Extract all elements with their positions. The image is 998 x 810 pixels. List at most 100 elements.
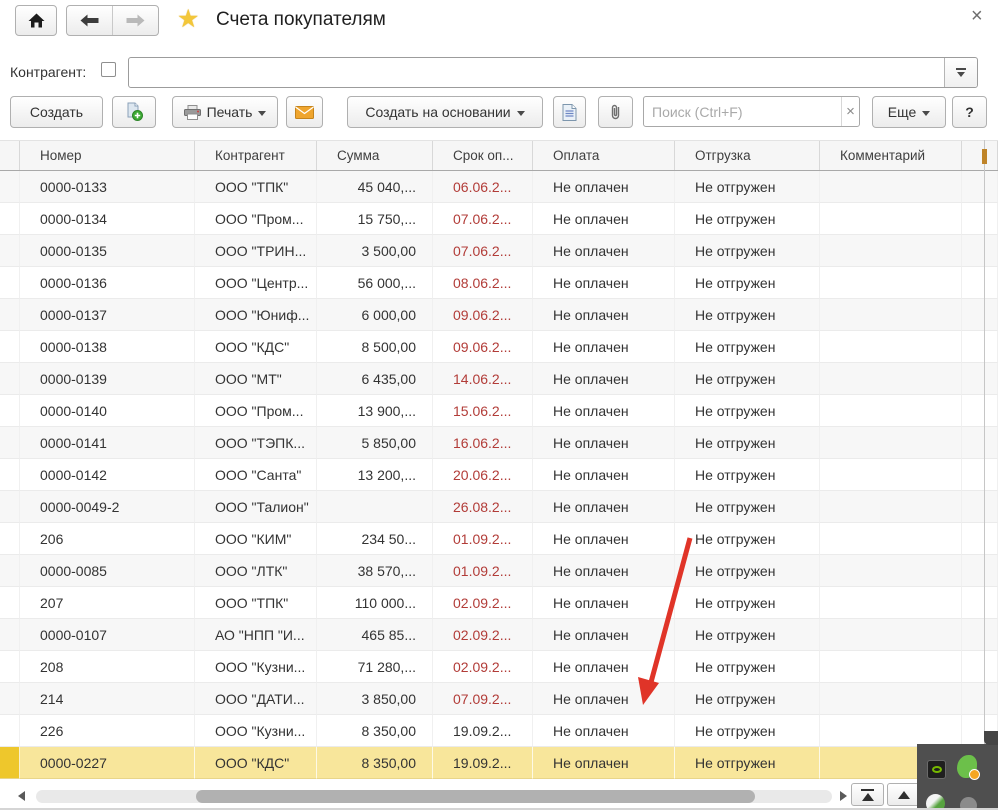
table-row[interactable]: 0000-0136 ООО "Центр... 56 000,... 08.06.2.… (0, 267, 998, 299)
cell-number[interactable]: 206 (20, 523, 195, 555)
cell-counterparty[interactable]: ООО "Юниф... (195, 299, 317, 331)
back-button[interactable] (67, 6, 112, 35)
home-button[interactable] (15, 5, 57, 36)
row-marker-cell[interactable] (0, 715, 20, 747)
row-marker-cell[interactable] (0, 363, 20, 395)
table-row[interactable]: 208 ООО "Кузни... 71 280,... 02.09.2... Не о… (0, 651, 998, 683)
cell-payment[interactable]: Не оплачен (533, 491, 675, 523)
print-button[interactable]: Печать (172, 96, 278, 128)
more-button[interactable]: Еще (872, 96, 946, 128)
hscroll-thumb[interactable] (196, 790, 755, 803)
cell-comment[interactable] (820, 171, 962, 203)
cell-counterparty[interactable]: ООО "Талион" (195, 491, 317, 523)
cell-number[interactable]: 208 (20, 651, 195, 683)
cell-due[interactable]: 08.06.2... (433, 267, 533, 299)
attachments-button[interactable] (598, 96, 633, 128)
row-marker-cell[interactable] (0, 171, 20, 203)
row-marker-cell[interactable] (0, 651, 20, 683)
cell-shipment[interactable]: Не отгружен (675, 331, 820, 363)
row-marker-cell[interactable] (0, 747, 20, 779)
cell-number[interactable]: 226 (20, 715, 195, 747)
cell-amount[interactable]: 465 85... (317, 619, 433, 651)
cell-shipment[interactable]: Не отгружен (675, 523, 820, 555)
cell-due[interactable]: 20.06.2... (433, 459, 533, 491)
cell-counterparty[interactable]: ООО "Пром... (195, 203, 317, 235)
scroll-to-top-button[interactable] (851, 783, 884, 806)
cell-shipment[interactable]: Не отгружен (675, 715, 820, 747)
cell-counterparty[interactable]: ООО "КИМ" (195, 523, 317, 555)
cell-shipment[interactable]: Не отгружен (675, 299, 820, 331)
cell-payment[interactable]: Не оплачен (533, 203, 675, 235)
cell-payment[interactable]: Не оплачен (533, 523, 675, 555)
cell-due[interactable]: 02.09.2... (433, 651, 533, 683)
row-marker-cell[interactable] (0, 523, 20, 555)
cell-counterparty[interactable]: ООО "Санта" (195, 459, 317, 491)
cell-payment[interactable]: Не оплачен (533, 267, 675, 299)
cell-due[interactable]: 09.06.2... (433, 331, 533, 363)
cell-shipment[interactable]: Не отгружен (675, 171, 820, 203)
cell-number[interactable]: 207 (20, 587, 195, 619)
cell-due[interactable]: 19.09.2... (433, 747, 533, 779)
cell-payment[interactable]: Не оплачен (533, 235, 675, 267)
cell-amount[interactable]: 110 000... (317, 587, 433, 619)
column-header-counterparty[interactable]: Контрагент (195, 141, 317, 170)
row-marker-cell[interactable] (0, 235, 20, 267)
cell-due[interactable]: 02.09.2... (433, 619, 533, 651)
search-input[interactable] (644, 103, 841, 120)
cell-counterparty[interactable]: ООО "Кузни... (195, 651, 317, 683)
cell-shipment[interactable]: Не отгружен (675, 651, 820, 683)
cell-amount[interactable]: 6 435,00 (317, 363, 433, 395)
cell-comment[interactable] (820, 651, 962, 683)
cell-payment[interactable]: Не оплачен (533, 363, 675, 395)
cell-counterparty[interactable]: ООО "ТПК" (195, 171, 317, 203)
forward-button[interactable] (112, 6, 158, 35)
cell-number[interactable]: 0000-0139 (20, 363, 195, 395)
row-marker-cell[interactable] (0, 459, 20, 491)
table-row[interactable]: 0000-0137 ООО "Юниф... 6 000,00 09.06.2... Н… (0, 299, 998, 331)
cell-due[interactable]: 07.06.2... (433, 203, 533, 235)
cell-shipment[interactable]: Не отгружен (675, 203, 820, 235)
tray-icon-partial-1[interactable] (926, 794, 945, 808)
cell-shipment[interactable]: Не отгружен (675, 459, 820, 491)
row-marker-cell[interactable] (0, 395, 20, 427)
cell-payment[interactable]: Не оплачен (533, 587, 675, 619)
column-header-payment[interactable]: Оплата (533, 141, 675, 170)
row-marker-cell[interactable] (0, 491, 20, 523)
cell-amount[interactable]: 13 200,... (317, 459, 433, 491)
cell-amount[interactable]: 3 500,00 (317, 235, 433, 267)
counterparty-checkbox[interactable] (101, 62, 116, 77)
counterparty-input[interactable] (129, 58, 944, 87)
cell-payment[interactable]: Не оплачен (533, 171, 675, 203)
row-marker-cell[interactable] (0, 267, 20, 299)
cell-comment[interactable] (820, 555, 962, 587)
table-row[interactable]: 0000-0141 ООО "ТЭПК... 5 850,00 16.06.2... Н… (0, 427, 998, 459)
cell-number[interactable]: 0000-0136 (20, 267, 195, 299)
cell-due[interactable]: 09.06.2... (433, 299, 533, 331)
cell-counterparty[interactable]: ООО "Кузни... (195, 715, 317, 747)
cell-payment[interactable]: Не оплачен (533, 395, 675, 427)
cell-number[interactable]: 0000-0085 (20, 555, 195, 587)
row-marker-cell[interactable] (0, 299, 20, 331)
cell-payment[interactable]: Не оплачен (533, 747, 675, 779)
cell-payment[interactable]: Не оплачен (533, 459, 675, 491)
cell-payment[interactable]: Не оплачен (533, 683, 675, 715)
cell-payment[interactable]: Не оплачен (533, 427, 675, 459)
cell-payment[interactable]: Не оплачен (533, 299, 675, 331)
cell-counterparty[interactable]: ООО "КДС" (195, 331, 317, 363)
hscroll-right-arrow[interactable] (840, 791, 847, 801)
cell-comment[interactable] (820, 459, 962, 491)
row-marker-cell[interactable] (0, 683, 20, 715)
row-marker-cell[interactable] (0, 427, 20, 459)
cell-amount[interactable]: 38 570,... (317, 555, 433, 587)
cell-shipment[interactable]: Не отгружен (675, 235, 820, 267)
table-row[interactable]: 0000-0133 ООО "ТПК" 45 040,... 06.06.2... Не… (0, 171, 998, 203)
row-marker-cell[interactable] (0, 203, 20, 235)
create-based-button[interactable]: Создать на основании (347, 96, 543, 128)
cell-comment[interactable] (820, 235, 962, 267)
cell-amount[interactable]: 15 750,... (317, 203, 433, 235)
cell-counterparty[interactable]: ООО "ДАТИ... (195, 683, 317, 715)
cell-number[interactable]: 0000-0049-2 (20, 491, 195, 523)
tray-icon-partial-2[interactable] (960, 797, 977, 808)
row-marker-cell[interactable] (0, 619, 20, 651)
cell-shipment[interactable]: Не отгружен (675, 491, 820, 523)
